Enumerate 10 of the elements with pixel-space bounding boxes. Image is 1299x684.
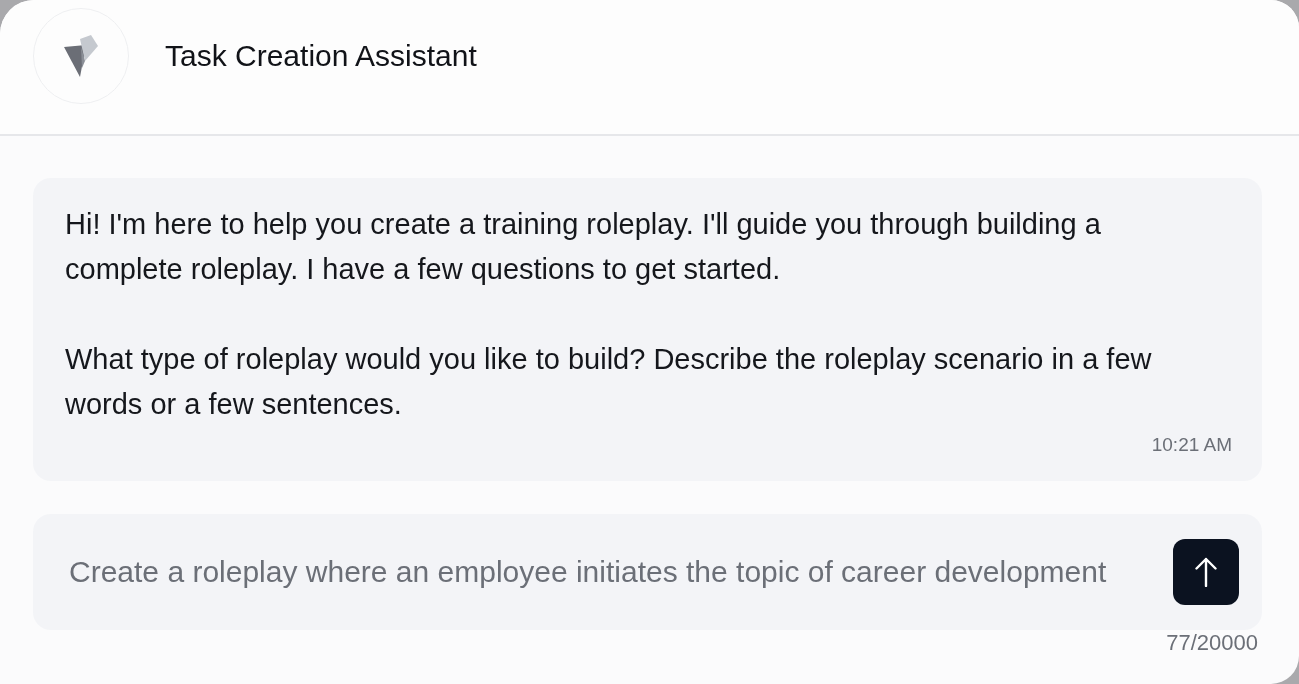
- message-text: Hi! I'm here to help you create a training roleplay. I'll guide you through building a complete roleplay. I have a few questions to get started.: [65, 207, 1102, 287]
- header-title: Task Creation Assistant: [165, 38, 477, 74]
- logo-icon: [64, 35, 98, 77]
- message-time: 10:21 AM: [1151, 433, 1232, 457]
- message-input[interactable]: Create a roleplay where an employee initiates the topic of career development: [69, 550, 1159, 594]
- arrow-up-icon: [1195, 557, 1217, 587]
- send-button[interactable]: [1173, 539, 1239, 605]
- message-text: What type of roleplay would you like to build? Describe the roleplay scenario in a few words or a few sentences.: [65, 342, 1153, 422]
- character-counter: 77/20000: [1166, 630, 1258, 656]
- message-composer[interactable]: Create a roleplay where an employee initiates the topic of career development: [33, 514, 1262, 630]
